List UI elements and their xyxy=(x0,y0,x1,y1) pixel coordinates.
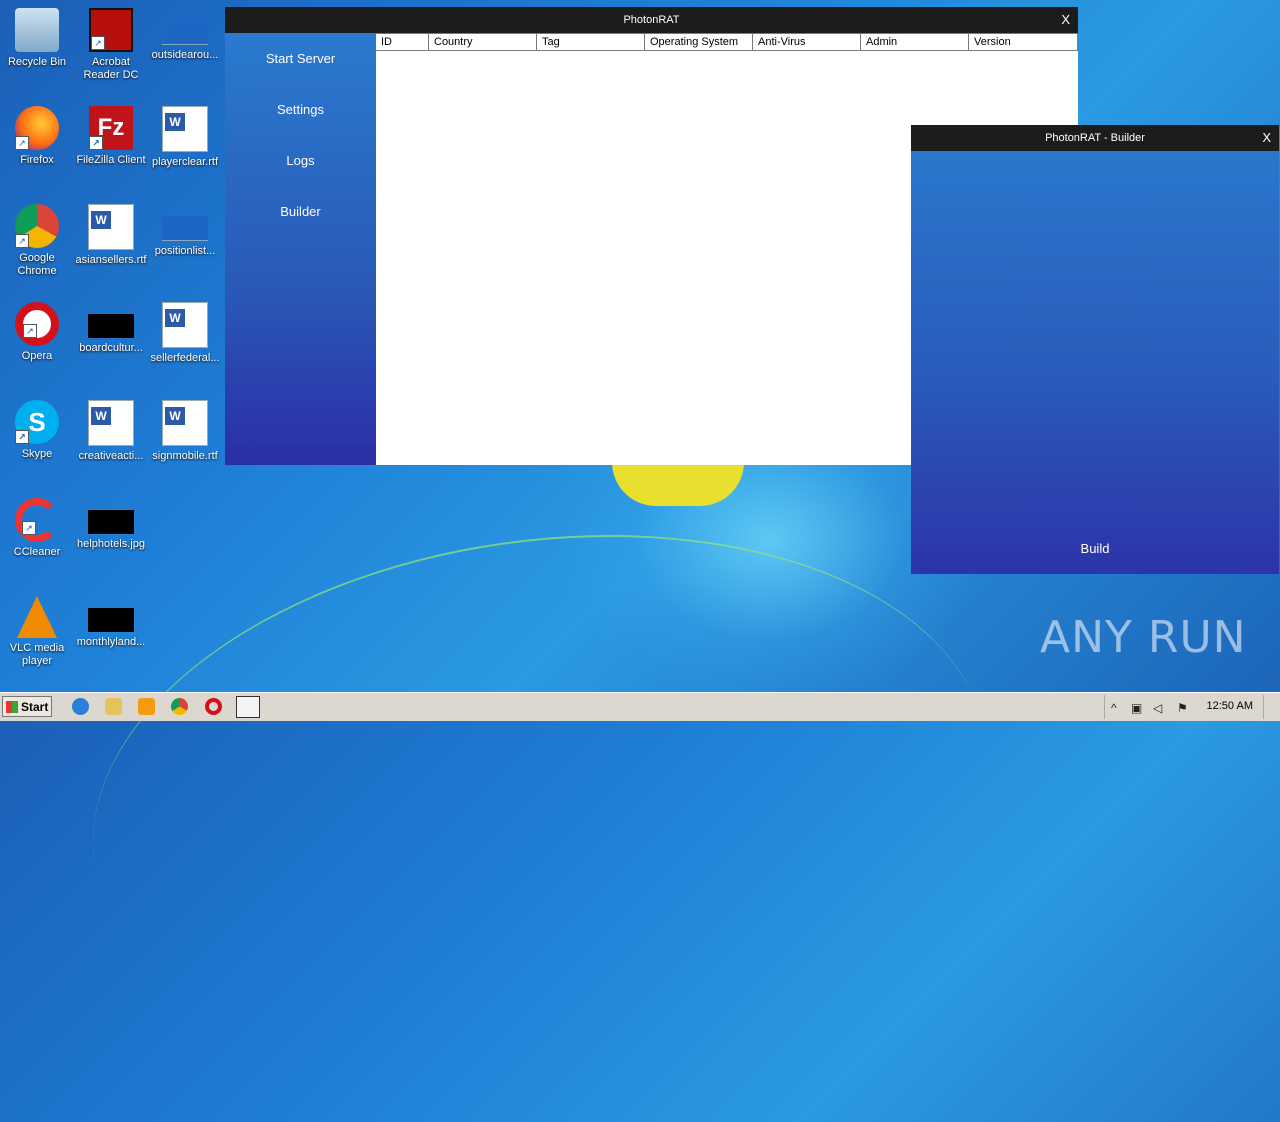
tray-expand-icon[interactable]: ^ xyxy=(1111,701,1117,715)
word-doc-icon xyxy=(88,400,134,446)
file-icon xyxy=(88,314,134,338)
word-doc-icon xyxy=(162,106,208,152)
desktop-icon-chrome[interactable]: ↗ Google Chrome xyxy=(0,204,74,278)
column-header-tag[interactable]: Tag xyxy=(537,34,645,50)
sidebar-item-start-server[interactable]: Start Server xyxy=(225,33,376,84)
desktop-icon-positionlist[interactable]: positionlist... xyxy=(148,204,222,258)
column-header-operating-system[interactable]: Operating System xyxy=(645,34,753,50)
file-icon xyxy=(88,608,134,632)
desktop-icon-monthlyland[interactable]: monthlyland... xyxy=(74,596,148,649)
chrome-icon: ↗ xyxy=(15,204,59,248)
desktop-icon-recycle-bin[interactable]: Recycle Bin xyxy=(0,8,74,69)
clock[interactable]: 12:50 AM xyxy=(1207,700,1253,712)
anyrun-watermark: ANY RUN xyxy=(1040,612,1247,663)
column-header-version[interactable]: Version xyxy=(969,34,1078,50)
start-button[interactable]: Start xyxy=(2,696,52,717)
word-doc-icon xyxy=(162,400,208,446)
build-button[interactable]: Build xyxy=(911,541,1279,556)
word-doc-icon xyxy=(162,302,208,348)
word-doc-icon xyxy=(88,204,134,250)
sidebar-item-logs[interactable]: Logs xyxy=(225,135,376,186)
vlc-cone-icon xyxy=(17,596,57,638)
desktop-icon-playerclear[interactable]: playerclear.rtf xyxy=(148,106,222,169)
desktop-icon-acrobat[interactable]: ↗ Acrobat Reader DC xyxy=(74,8,148,82)
desktop-icon-ccleaner[interactable]: ↗ CCleaner xyxy=(0,498,74,559)
image-file-icon xyxy=(88,510,134,534)
system-tray: ^ ▣ ◁ ⚑ 12:50 AM xyxy=(1104,695,1280,719)
sidebar: Start Server Settings Logs Builder xyxy=(225,33,376,465)
ie-icon[interactable] xyxy=(72,698,89,715)
desktop-icon-filezilla[interactable]: Fz ↗ FileZilla Client xyxy=(74,106,148,167)
desktop-icon-asiansellers[interactable]: asiansellers.rtf xyxy=(74,204,148,267)
media-player-icon[interactable] xyxy=(138,698,155,715)
photonrat-taskbar-icon[interactable] xyxy=(236,696,260,718)
table-header: ID Country Tag Operating System Anti-Vir… xyxy=(376,33,1078,51)
builder-close-button[interactable]: X xyxy=(1262,125,1271,151)
skype-icon: S ↗ xyxy=(15,400,59,444)
action-center-flag-icon[interactable]: ⚑ xyxy=(1177,701,1188,715)
ccleaner-icon: ↗ xyxy=(15,498,59,542)
chrome-taskbar-icon[interactable] xyxy=(171,698,188,715)
volume-icon[interactable]: ◁ xyxy=(1153,701,1162,715)
desktop-icon-creativeacti[interactable]: creativeacti... xyxy=(74,400,148,463)
column-header-anti-virus[interactable]: Anti-Virus xyxy=(753,34,861,50)
window-titlebar[interactable]: PhotonRAT X xyxy=(225,7,1078,33)
column-header-country[interactable]: Country xyxy=(429,34,537,50)
window-title: PhotonRAT xyxy=(623,14,680,26)
opera-taskbar-icon[interactable] xyxy=(205,698,222,715)
desktop-icon-boardcultur[interactable]: boardcultur... xyxy=(74,302,148,355)
desktop-icon-skype[interactable]: S ↗ Skype xyxy=(0,400,74,461)
desktop-icon-opera[interactable]: ↗ Opera xyxy=(0,302,74,363)
windows-flag-icon xyxy=(6,701,18,713)
acrobat-icon: ↗ xyxy=(89,8,133,52)
desktop-icon-vlc[interactable]: VLC media player xyxy=(0,596,74,668)
desktop-icon-firefox[interactable]: ↗ Firefox xyxy=(0,106,74,167)
file-icon xyxy=(162,20,208,45)
firefox-icon: ↗ xyxy=(15,106,59,150)
network-icon[interactable]: ▣ xyxy=(1131,701,1142,715)
sidebar-item-builder[interactable]: Builder xyxy=(225,186,376,237)
sidebar-item-settings[interactable]: Settings xyxy=(225,84,376,135)
column-header-id[interactable]: ID xyxy=(376,34,429,50)
desktop-icon-sellerfederal[interactable]: sellerfederal... xyxy=(148,302,222,365)
close-button[interactable]: X xyxy=(1061,7,1070,33)
show-desktop-button[interactable] xyxy=(1263,695,1280,719)
recycle-bin-icon xyxy=(15,8,59,52)
builder-window: PhotonRAT - Builder X Build xyxy=(911,125,1279,574)
desktop-icon-outsidearou[interactable]: outsidearou... xyxy=(148,8,222,62)
explorer-folder-icon[interactable] xyxy=(105,698,122,715)
column-header-admin[interactable]: Admin xyxy=(861,34,969,50)
builder-titlebar[interactable]: PhotonRAT - Builder X xyxy=(911,125,1279,151)
desktop-icon-helphotels[interactable]: helphotels.jpg xyxy=(74,498,148,551)
builder-title: PhotonRAT - Builder xyxy=(1045,132,1145,144)
desktop-icon-signmobile[interactable]: signmobile.rtf xyxy=(148,400,222,463)
taskbar: Start ^ ▣ ◁ ⚑ 12:50 AM xyxy=(0,692,1280,721)
opera-icon: ↗ xyxy=(15,302,59,346)
filezilla-icon: Fz ↗ xyxy=(89,106,133,150)
file-icon xyxy=(162,216,208,241)
